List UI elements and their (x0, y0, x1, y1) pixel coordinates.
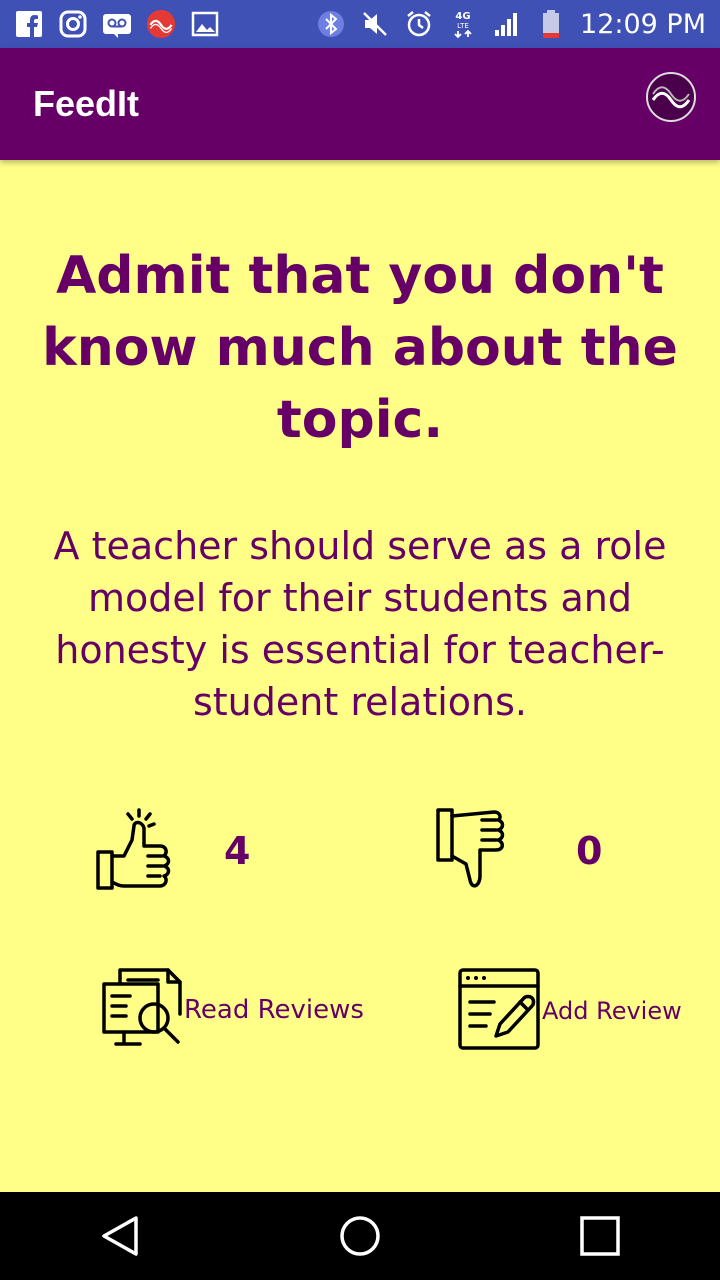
like-count: 4 (224, 829, 251, 873)
4g-lte-icon: 4G LTE (448, 9, 478, 39)
dislike-button[interactable]: 0 (434, 806, 602, 896)
read-reviews-button[interactable]: Read Reviews (100, 966, 364, 1054)
app-notification-icon (146, 9, 176, 39)
status-left-icons (0, 9, 220, 39)
svg-text:LTE: LTE (457, 22, 469, 30)
image-icon (190, 9, 220, 39)
document-search-icon[interactable] (100, 966, 184, 1054)
thumbs-down-icon[interactable] (434, 806, 520, 896)
read-reviews-label[interactable]: Read Reviews (184, 995, 364, 1025)
home-icon[interactable] (320, 1196, 400, 1276)
voicemail-icon (102, 9, 132, 39)
navigation-bar (0, 1192, 720, 1280)
status-time: 12:09 PM (580, 8, 706, 40)
facebook-icon (14, 9, 44, 39)
battery-icon (536, 9, 566, 39)
alarm-icon (404, 9, 434, 39)
app-title: FeedIt (33, 83, 140, 124)
instagram-icon (58, 9, 88, 39)
svg-text:4G: 4G (455, 11, 470, 22)
thumbs-up-icon[interactable] (94, 806, 174, 896)
add-review-label[interactable]: Add Review (542, 997, 682, 1025)
dislike-count: 0 (576, 829, 603, 873)
description-text: A teacher should serve as a role model f… (53, 524, 667, 724)
page-title: Admit that you don't know much about the… (42, 246, 678, 450)
back-icon[interactable] (80, 1196, 160, 1276)
bluetooth-icon (316, 9, 346, 39)
signal-icon (492, 9, 522, 39)
app-bar: FeedIt (0, 48, 720, 160)
recents-icon[interactable] (560, 1196, 640, 1276)
app-logo-icon[interactable] (644, 70, 698, 124)
add-review-button[interactable]: Add Review (456, 966, 682, 1056)
like-button[interactable]: 4 (94, 806, 250, 896)
edit-window-icon[interactable] (456, 966, 542, 1056)
status-bar: 4G LTE 12:09 PM (0, 0, 720, 48)
status-right-icons: 4G LTE 12:09 PM (316, 9, 720, 40)
mute-icon (360, 9, 390, 39)
